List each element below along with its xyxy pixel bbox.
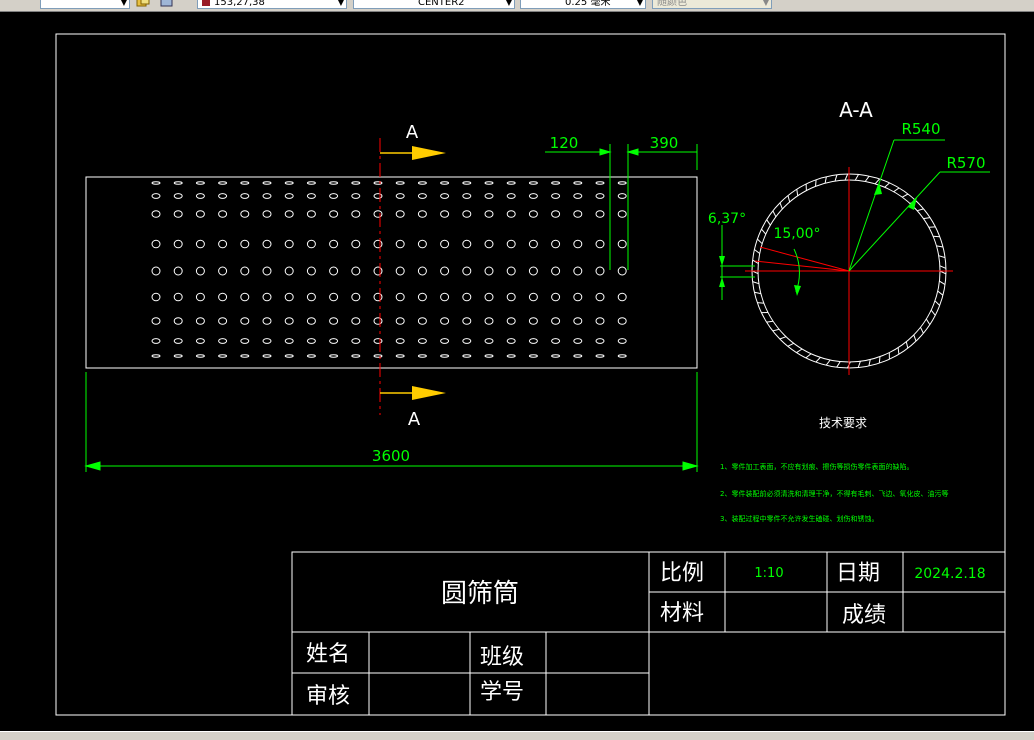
tech-note-1: 1、零件加工表面，不应有划痕、擦伤等损伤零件表面的缺陷。 [720,462,913,471]
lineweight-dropdown[interactable]: 0.25 毫米▼ [520,0,646,9]
layer-dropdown[interactable]: ▼ [40,0,130,9]
cylinder-outline [86,177,697,368]
angle-1500-text: 15,00° [773,226,820,242]
drawing-canvas[interactable]: A A 120 390 3600 A-A [0,11,1034,731]
date-value: 2024.2.18 [914,566,985,582]
cut-label-bottom: A [408,409,421,430]
class-label: 班级 [480,645,524,670]
review-label: 审核 [306,684,350,709]
cut-label-top: A [406,122,419,143]
dim-3600-text: 3600 [372,447,410,465]
dim-r570-text: R570 [946,154,985,172]
color-value: 153,27,38 [214,0,265,8]
color-dropdown[interactable]: 153,27,38▼ [197,0,347,9]
title-block [292,552,1005,715]
cut-arrow-top-head [412,146,446,160]
angle-ray-1 [755,261,849,271]
grade-label: 成绩 [842,603,886,628]
plotstyle-dropdown[interactable]: 随颜色▼ [652,0,772,9]
tech-note-2: 2、零件装配前必须清洗和清理干净，不得有毛刺、飞边、氧化皮、油污等 [720,489,948,498]
dim-120-text: 120 [550,134,579,152]
date-label: 日期 [836,561,880,586]
cut-arrow-bottom-head [412,386,446,400]
section-view-label: A-A [839,98,873,122]
angle-ray-2 [760,247,849,271]
layer-states-icon[interactable] [160,0,174,8]
material-label: 材料 [660,601,704,626]
linetype-value: CENTER2 [418,0,465,8]
student-id-label: 学号 [480,680,524,705]
dimension-120-390 [545,144,697,270]
tech-requirements-title: 技术要求 [819,416,867,430]
dim-390-text: 390 [650,134,679,152]
plotstyle-value: 随颜色 [657,0,687,8]
angle-637-text: 6,37° [708,211,746,227]
part-name: 圆筛筒 [441,579,519,609]
dim-r540-text: R540 [901,120,940,138]
layer-manager-icon[interactable] [136,0,150,8]
tech-note-3: 3、装配过程中零件不允许发生磕碰、划伤和锈蚀。 [720,514,878,523]
scale-value: 1:10 [754,566,783,581]
color-swatch [202,0,210,6]
scale-label: 比例 [660,561,704,586]
name-label: 姓名 [306,642,350,667]
linetype-dropdown[interactable]: CENTER2▼ [353,0,515,9]
lineweight-value: 0.25 毫米 [565,0,610,8]
perforation-holes [152,182,626,357]
